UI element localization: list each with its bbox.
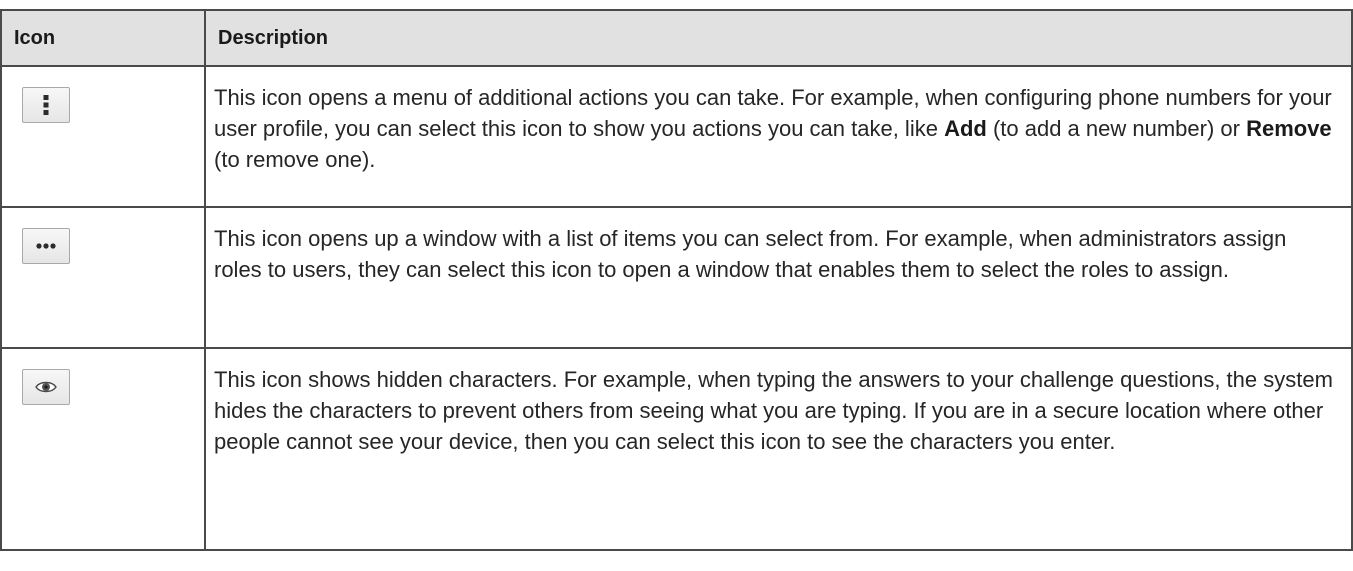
description-text: This icon shows hidden characters. For e… — [214, 367, 1333, 454]
table-header-row: Icon Description — [0, 9, 1353, 67]
description-text: (to remove one). — [214, 147, 376, 172]
icon-cell — [0, 347, 206, 551]
table-row: This icon shows hidden characters. For e… — [0, 347, 1353, 551]
table-row: This icon opens up a window with a list … — [0, 206, 1353, 349]
description-text: This icon opens up a window with a list … — [214, 226, 1287, 282]
icon-cell — [0, 65, 206, 208]
table-row: This icon opens a menu of additional act… — [0, 65, 1353, 208]
description-column-header: Description — [204, 9, 1353, 67]
remove-action-label: Remove — [1246, 116, 1332, 141]
icon-column-header: Icon — [0, 9, 206, 67]
vertical-ellipsis-icon — [43, 95, 49, 115]
eye-icon — [35, 381, 57, 393]
horizontal-ellipsis-icon — [36, 243, 56, 249]
select-list-button[interactable] — [22, 228, 70, 264]
description-cell: This icon opens a menu of additional act… — [204, 65, 1353, 208]
description-text: (to add a new number) or — [986, 116, 1247, 141]
show-characters-button[interactable] — [22, 369, 70, 405]
description-cell: This icon opens up a window with a list … — [204, 206, 1353, 349]
more-actions-button[interactable] — [22, 87, 70, 123]
add-action-label: Add — [944, 116, 987, 141]
icon-description-table: Icon Description This icon opens a menu … — [0, 9, 1353, 551]
description-cell: This icon shows hidden characters. For e… — [204, 347, 1353, 551]
icon-cell — [0, 206, 206, 349]
